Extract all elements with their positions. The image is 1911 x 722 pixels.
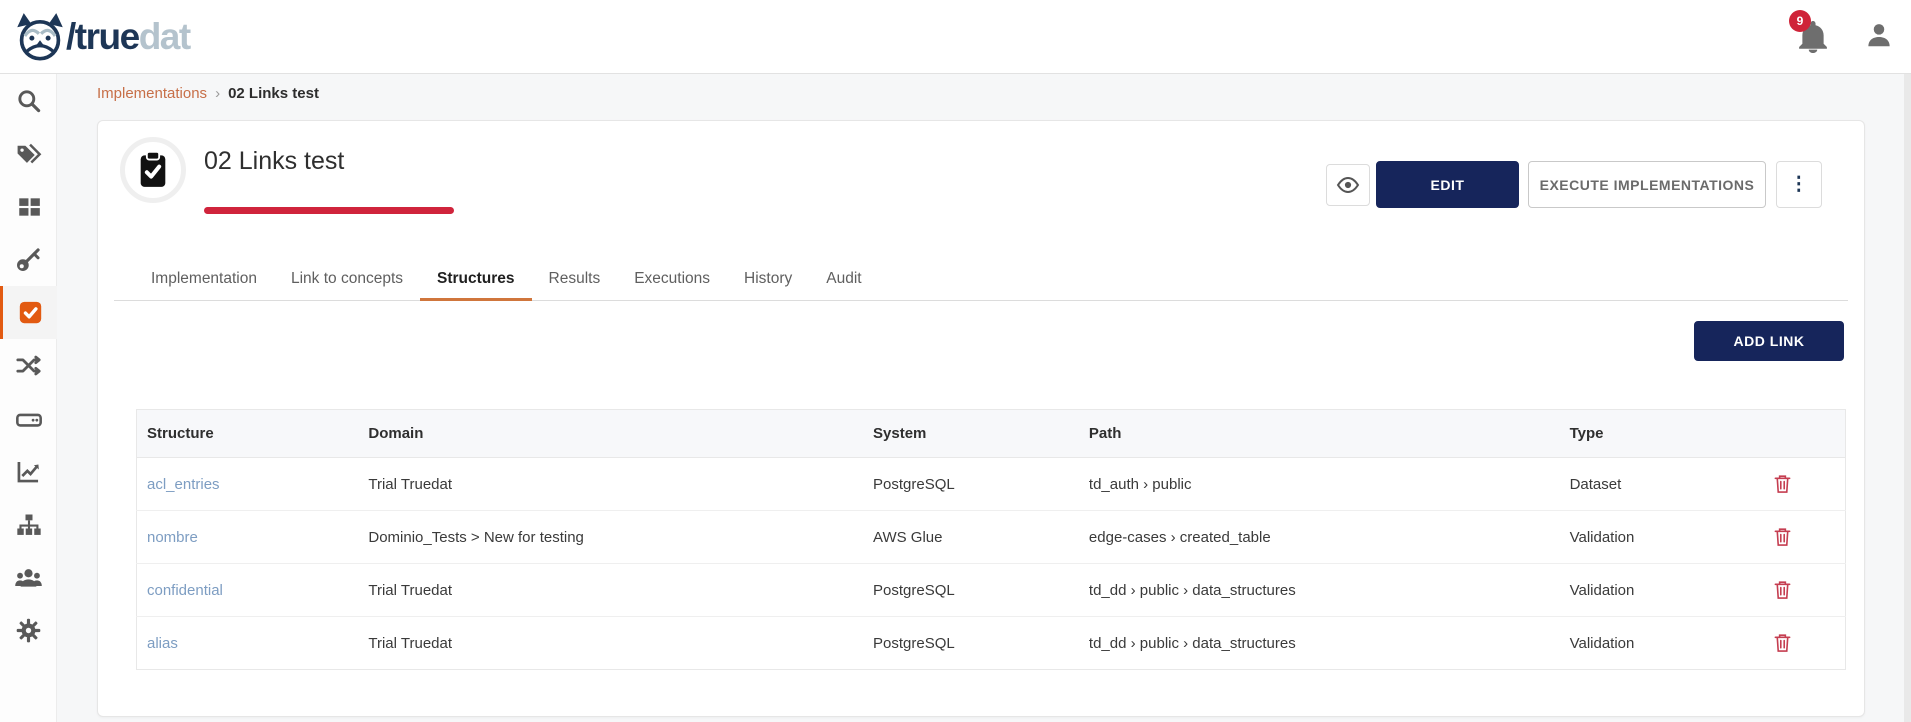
check-square-icon xyxy=(17,299,44,326)
system-cell: PostgreSQL xyxy=(863,458,1079,511)
shuffle-icon xyxy=(15,352,42,379)
tab-history[interactable]: History xyxy=(727,260,809,301)
main-content: Implementations › 02 Links test 02 Links… xyxy=(57,74,1904,722)
sidebar-item-implementations[interactable] xyxy=(0,286,57,339)
trash-icon xyxy=(1773,473,1792,494)
table-row: confidential Trial Truedat PostgreSQL td… xyxy=(137,564,1846,617)
breadcrumb-separator: › xyxy=(215,85,220,102)
path-cell: td_dd › public › data_structures xyxy=(1079,617,1560,670)
trash-icon xyxy=(1773,579,1792,600)
edit-button[interactable]: EDIT xyxy=(1376,161,1519,208)
title-underline-bar xyxy=(204,207,454,214)
table-row: acl_entries Trial Truedat PostgreSQL td_… xyxy=(137,458,1846,511)
column-header-system: System xyxy=(863,410,1079,458)
domain-cell: Trial Truedat xyxy=(358,458,863,511)
eye-icon xyxy=(1336,173,1360,197)
more-options-button[interactable]: ⋮ xyxy=(1776,161,1822,208)
implementation-card: 02 Links test EDIT EXECUTE IMPLEMENTATIO… xyxy=(97,120,1865,717)
page-title: 02 Links test xyxy=(204,147,344,176)
tab-audit[interactable]: Audit xyxy=(809,260,878,301)
truedat-logo[interactable]: /truedat xyxy=(14,12,190,62)
tab-structures[interactable]: Structures xyxy=(420,260,532,301)
tab-implementation[interactable]: Implementation xyxy=(134,260,274,301)
topbar: /truedat 9 xyxy=(0,0,1911,74)
type-cell: Validation xyxy=(1560,617,1720,670)
column-header-actions xyxy=(1720,410,1846,458)
hard-drive-icon xyxy=(15,405,43,433)
tab-executions[interactable]: Executions xyxy=(617,260,727,301)
trash-icon xyxy=(1773,632,1792,653)
notifications-bell-icon[interactable]: 9 xyxy=(1796,16,1832,58)
gear-icon xyxy=(15,617,42,644)
tags-icon xyxy=(15,140,42,167)
type-cell: Validation xyxy=(1560,511,1720,564)
users-icon xyxy=(14,563,43,592)
page-scrollbar[interactable] xyxy=(1904,74,1911,722)
sidebar-item-modules[interactable] xyxy=(0,180,57,233)
sidebar-item-permissions[interactable] xyxy=(0,233,57,286)
clipboard-check-icon xyxy=(134,150,172,190)
chart-line-icon xyxy=(15,458,42,485)
kebab-menu-icon: ⋮ xyxy=(1789,175,1809,194)
breadcrumb-current: 02 Links test xyxy=(228,85,319,102)
delete-link-button[interactable] xyxy=(1769,524,1796,549)
structures-table: Structure Domain System Path Type acl_en… xyxy=(136,409,1846,670)
execute-implementations-button[interactable]: EXECUTE IMPLEMENTATIONS xyxy=(1528,161,1766,208)
domain-cell: Trial Truedat xyxy=(358,564,863,617)
notification-count-badge: 9 xyxy=(1789,10,1811,32)
table-row: alias Trial Truedat PostgreSQL td_dd › p… xyxy=(137,617,1846,670)
sidebar-item-tags[interactable] xyxy=(0,127,57,180)
preview-button[interactable] xyxy=(1326,164,1370,206)
sidebar-item-systems[interactable] xyxy=(0,392,57,445)
add-link-button[interactable]: ADD LINK xyxy=(1694,321,1844,361)
system-cell: PostgreSQL xyxy=(863,617,1079,670)
table-header-row: Structure Domain System Path Type xyxy=(137,410,1846,458)
sidebar-item-settings[interactable] xyxy=(0,604,57,657)
system-cell: PostgreSQL xyxy=(863,564,1079,617)
owl-logo-icon xyxy=(14,12,66,62)
sitemap-icon xyxy=(15,511,43,539)
tab-results[interactable]: Results xyxy=(532,260,618,301)
sidebar-item-search[interactable] xyxy=(0,74,57,127)
system-cell: AWS Glue xyxy=(863,511,1079,564)
sidebar-item-relations[interactable] xyxy=(0,339,57,392)
breadcrumb: Implementations › 02 Links test xyxy=(97,85,319,102)
logo-wordmark: /truedat xyxy=(66,13,190,61)
sidebar-nav xyxy=(0,74,57,722)
domain-cell: Dominio_Tests > New for testing xyxy=(358,511,863,564)
delete-link-button[interactable] xyxy=(1769,630,1796,655)
sidebar-item-groups[interactable] xyxy=(0,551,57,604)
domain-cell: Trial Truedat xyxy=(358,617,863,670)
table-row: nombre Dominio_Tests > New for testing A… xyxy=(137,511,1846,564)
tab-bar: Implementation Link to concepts Structur… xyxy=(114,259,1848,301)
user-profile-icon[interactable] xyxy=(1864,20,1894,50)
sidebar-item-lineage[interactable] xyxy=(0,498,57,551)
column-header-domain: Domain xyxy=(358,410,863,458)
search-icon xyxy=(15,87,42,114)
breadcrumb-implementations-link[interactable]: Implementations xyxy=(97,85,207,102)
type-cell: Validation xyxy=(1560,564,1720,617)
tab-link-to-concepts[interactable]: Link to concepts xyxy=(274,260,420,301)
trash-icon xyxy=(1773,526,1792,547)
path-cell: td_dd › public › data_structures xyxy=(1079,564,1560,617)
type-cell: Dataset xyxy=(1560,458,1720,511)
delete-link-button[interactable] xyxy=(1769,471,1796,496)
column-header-structure: Structure xyxy=(137,410,359,458)
path-cell: td_auth › public xyxy=(1079,458,1560,511)
grid-icon xyxy=(16,194,42,220)
sidebar-item-charts[interactable] xyxy=(0,445,57,498)
key-icon xyxy=(15,246,42,273)
delete-link-button[interactable] xyxy=(1769,577,1796,602)
structure-link[interactable]: alias xyxy=(147,635,178,652)
structure-link[interactable]: nombre xyxy=(147,529,198,546)
path-cell: edge-cases › created_table xyxy=(1079,511,1560,564)
structure-link[interactable]: confidential xyxy=(147,582,223,599)
column-header-type: Type xyxy=(1560,410,1720,458)
implementation-avatar xyxy=(120,137,186,203)
structure-link[interactable]: acl_entries xyxy=(147,476,220,493)
column-header-path: Path xyxy=(1079,410,1560,458)
